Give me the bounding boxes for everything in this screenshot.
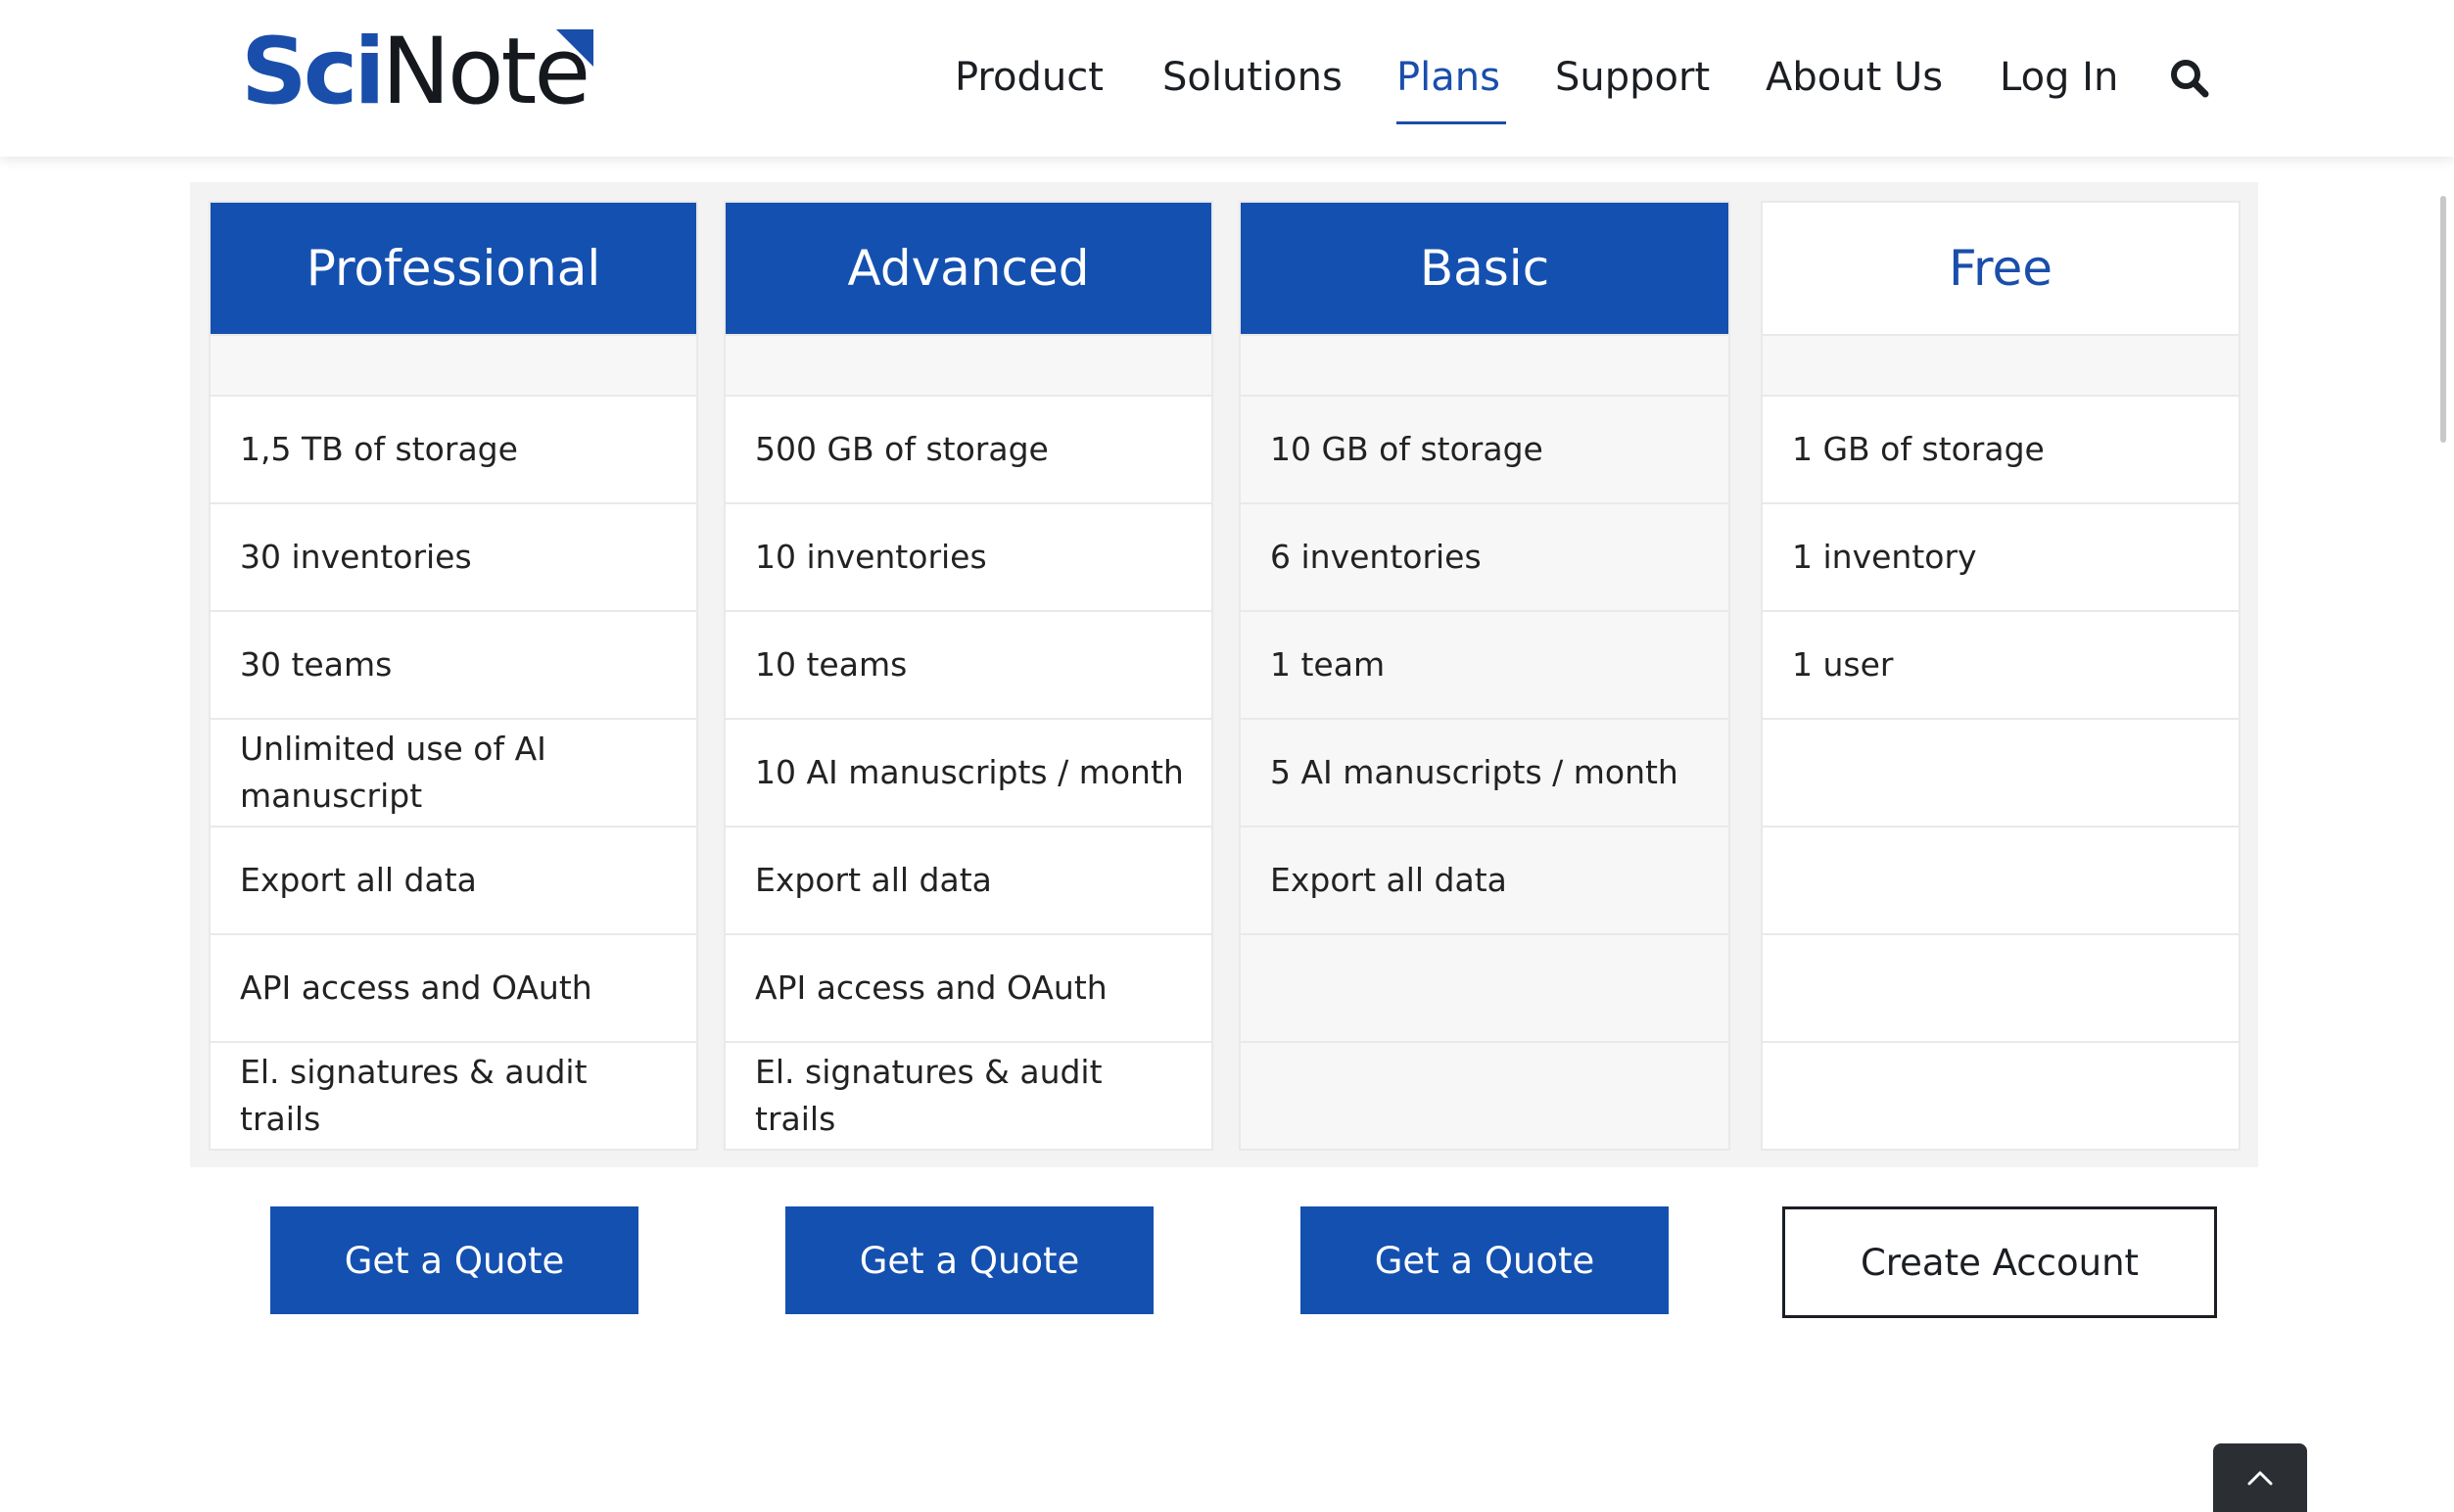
feature-cell: API access and OAuth	[211, 933, 696, 1041]
feature-cell: 30 inventories	[211, 502, 696, 610]
feature-cell	[1241, 933, 1728, 1041]
plan-spacer-row	[726, 334, 1211, 395]
feature-cell: Unlimited use of AI manuscript	[211, 718, 696, 826]
nav-item-support[interactable]: Support	[1555, 43, 1710, 112]
nav-item-solutions[interactable]: Solutions	[1162, 43, 1343, 112]
plan-title-advanced: Advanced	[726, 203, 1211, 334]
feature-cell: Export all data	[211, 826, 696, 933]
feature-cell: Export all data	[726, 826, 1211, 933]
feature-cell: 10 inventories	[726, 502, 1211, 610]
plan-spacer-row	[1241, 334, 1728, 395]
feature-cell	[1763, 933, 2239, 1041]
site-header: Sci Note Product Solutions Plans Support …	[0, 0, 2454, 157]
plan-column-professional: Professional 1,5 TB of storage 30 invent…	[209, 201, 698, 1151]
plan-column-advanced: Advanced 500 GB of storage 10 inventorie…	[724, 201, 1213, 1151]
feature-cell: 1 user	[1763, 610, 2239, 718]
main-nav: Product Solutions Plans Support About Us…	[0, 43, 2454, 112]
scrollbar-thumb[interactable]	[2440, 196, 2446, 443]
feature-cell: 10 GB of storage	[1241, 395, 1728, 502]
feature-cell	[1241, 1041, 1728, 1149]
plan-title-basic: Basic	[1241, 203, 1728, 334]
get-quote-button-professional[interactable]: Get a Quote	[270, 1206, 638, 1314]
plan-spacer-row	[211, 334, 696, 395]
get-quote-button-advanced[interactable]: Get a Quote	[785, 1206, 1154, 1314]
search-icon[interactable]	[2170, 59, 2209, 98]
plan-title-free: Free	[1763, 203, 2239, 334]
feature-cell: 500 GB of storage	[726, 395, 1211, 502]
nav-active-underline	[1396, 121, 1506, 124]
feature-cell	[1763, 718, 2239, 826]
plan-column-free: Free 1 GB of storage 1 inventory 1 user	[1761, 201, 2241, 1151]
plan-column-basic: Basic 10 GB of storage 6 inventories 1 t…	[1239, 201, 1730, 1151]
feature-cell: 1,5 TB of storage	[211, 395, 696, 502]
chevron-up-icon	[2247, 1471, 2273, 1486]
feature-cell: 1 GB of storage	[1763, 395, 2239, 502]
feature-cell: 10 teams	[726, 610, 1211, 718]
feature-cell: 1 inventory	[1763, 502, 2239, 610]
nav-item-log-in[interactable]: Log In	[2000, 43, 2118, 112]
feature-cell: El. signatures & audit trails	[211, 1041, 696, 1149]
back-to-top-button[interactable]	[2213, 1443, 2307, 1512]
feature-cell	[1763, 1041, 2239, 1149]
feature-cell: 6 inventories	[1241, 502, 1728, 610]
plan-spacer-row	[1763, 334, 2239, 395]
feature-cell: Export all data	[1241, 826, 1728, 933]
nav-item-plans[interactable]: Plans	[1396, 43, 1500, 112]
nav-item-about-us[interactable]: About Us	[1766, 43, 1943, 112]
plan-title-professional: Professional	[211, 203, 696, 334]
feature-cell	[1763, 826, 2239, 933]
feature-cell: El. signatures & audit trails	[726, 1041, 1211, 1149]
create-account-button[interactable]: Create Account	[1782, 1206, 2217, 1318]
feature-cell: 30 teams	[211, 610, 696, 718]
nav-item-product[interactable]: Product	[955, 43, 1104, 112]
feature-cell: 10 AI manuscripts / month	[726, 718, 1211, 826]
get-quote-button-basic[interactable]: Get a Quote	[1300, 1206, 1669, 1314]
feature-cell: 1 team	[1241, 610, 1728, 718]
feature-cell: API access and OAuth	[726, 933, 1211, 1041]
feature-cell: 5 AI manuscripts / month	[1241, 718, 1728, 826]
